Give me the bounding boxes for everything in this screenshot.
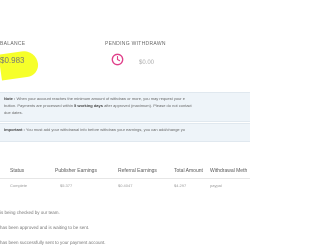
table-cell-withdrawal-method: paypal	[210, 183, 222, 188]
note-line-2: button. Payments are processed within	[4, 103, 75, 108]
important-text: Important : You must add your withdrawal…	[4, 127, 185, 132]
important-alert	[0, 123, 250, 142]
note-line-3: after approved (maximum). Please do not …	[102, 103, 192, 108]
status-legend-approved: has been approved and is waiting to be s…	[0, 225, 90, 230]
table-cell-referral-earnings: $0.4047	[118, 183, 133, 188]
pending-withdrawn-label: PENDING WITHDRAWN	[105, 41, 166, 47]
column-header-total-amount: Total Amount	[174, 168, 203, 174]
column-header-withdrawal-method: Withdrawal Meth	[210, 168, 248, 174]
column-header-publisher-earnings: Publisher Earnings	[55, 168, 97, 174]
column-header-status: Status	[10, 168, 25, 174]
important-message: You must add your withdrawal info before…	[24, 127, 185, 132]
table-divider	[0, 178, 250, 179]
table-cell-total-amount: $4.297	[174, 183, 187, 188]
important-prefix: Important :	[4, 127, 25, 132]
table-cell-publisher-earnings: $5.377	[60, 183, 73, 188]
note-line-4: due dates.	[4, 110, 23, 115]
status-legend-sent: has been successfully sent to your payme…	[0, 240, 106, 245]
note-line-1: When your account reaches the minimum am…	[15, 96, 185, 101]
note-bold-days: 5 working days	[74, 103, 103, 108]
pending-withdrawn-value: $0.00	[139, 60, 155, 66]
balance-value: $0.983	[0, 56, 25, 65]
balance-label: BALANCE	[0, 41, 26, 47]
clock-icon	[111, 53, 124, 66]
note-text: Note : When your account reaches the min…	[4, 95, 250, 116]
table-cell-status: Complete	[10, 183, 28, 188]
column-header-referral-earnings: Referral Earnings	[118, 168, 157, 174]
status-legend-checking: is being checked by our team.	[0, 210, 60, 215]
note-prefix: Note :	[4, 96, 16, 101]
